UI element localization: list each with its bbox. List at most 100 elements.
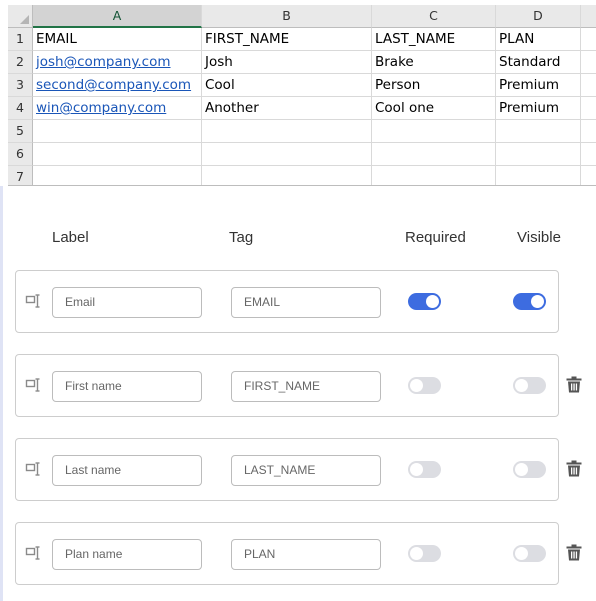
trash-icon[interactable] xyxy=(566,544,582,561)
sheet-row: 3 second@company.com Cool Person Premium xyxy=(8,74,596,97)
sheet-cell[interactable] xyxy=(33,166,202,186)
sheet-cell[interactable]: Standard xyxy=(496,51,581,74)
sheet-cell[interactable] xyxy=(496,166,581,186)
trash-icon[interactable] xyxy=(566,460,582,477)
column-header-d[interactable]: D xyxy=(496,5,581,28)
email-link[interactable]: second@company.com xyxy=(36,77,191,93)
field-row-plan-name: Plan name PLAN xyxy=(15,522,559,585)
column-header-e[interactable] xyxy=(581,5,596,28)
tag-input[interactable]: FIRST_NAME xyxy=(231,371,381,402)
sheet-cell[interactable] xyxy=(33,143,202,166)
required-toggle[interactable] xyxy=(408,293,441,310)
toggle-knob xyxy=(515,463,528,476)
toggle-knob xyxy=(515,547,528,560)
panel-accent-strip xyxy=(0,186,3,601)
label-column-header: Label xyxy=(52,229,89,246)
sheet-cell[interactable] xyxy=(372,166,496,186)
row-number[interactable]: 6 xyxy=(8,143,33,166)
sheet-cell[interactable] xyxy=(33,120,202,143)
label-input[interactable]: Last name xyxy=(52,455,202,486)
sheet-cell[interactable]: josh@company.com xyxy=(33,51,202,74)
sheet-cell[interactable] xyxy=(202,166,372,186)
column-header-row: A B C D xyxy=(8,5,596,28)
required-column-header: Required xyxy=(405,229,466,246)
sheet-cell[interactable]: Cool one xyxy=(372,97,496,120)
column-header-c[interactable]: C xyxy=(372,5,496,28)
row-number[interactable]: 3 xyxy=(8,74,33,97)
toggle-knob xyxy=(426,295,439,308)
row-number[interactable]: 7 xyxy=(8,166,33,186)
drag-handle-icon[interactable] xyxy=(25,294,41,308)
sheet-cell[interactable]: Cool xyxy=(202,74,372,97)
required-toggle[interactable] xyxy=(408,461,441,478)
tag-input[interactable]: EMAIL xyxy=(231,287,381,318)
visible-toggle[interactable] xyxy=(513,293,546,310)
sheet-row: 6 xyxy=(8,143,596,166)
sheet-cell[interactable] xyxy=(202,120,372,143)
sheet-cell[interactable] xyxy=(581,74,596,97)
sheet-cell[interactable]: EMAIL xyxy=(33,28,202,51)
sheet-cell[interactable]: win@company.com xyxy=(33,97,202,120)
field-row-last-name: Last name LAST_NAME xyxy=(15,438,559,501)
sheet-cell[interactable]: Premium xyxy=(496,74,581,97)
sheet-cell[interactable]: Premium xyxy=(496,97,581,120)
label-input[interactable]: First name xyxy=(52,371,202,402)
email-link[interactable]: josh@company.com xyxy=(36,54,171,70)
visible-toggle[interactable] xyxy=(513,377,546,394)
sheet-cell[interactable]: FIRST_NAME xyxy=(202,28,372,51)
sheet-cell[interactable]: Brake xyxy=(372,51,496,74)
required-toggle[interactable] xyxy=(408,377,441,394)
visible-toggle[interactable] xyxy=(513,461,546,478)
sheet-cell[interactable] xyxy=(202,143,372,166)
sheet-cell[interactable] xyxy=(581,28,596,51)
email-link[interactable]: win@company.com xyxy=(36,100,166,116)
sheet-cell[interactable] xyxy=(581,143,596,166)
visible-column-header: Visible xyxy=(517,229,561,246)
drag-handle-icon[interactable] xyxy=(25,378,41,392)
row-number[interactable]: 1 xyxy=(8,28,33,51)
sheet-cell[interactable] xyxy=(581,51,596,74)
sheet-cell[interactable]: Josh xyxy=(202,51,372,74)
trash-icon[interactable] xyxy=(566,376,582,393)
sheet-cell[interactable] xyxy=(581,97,596,120)
drag-handle-icon[interactable] xyxy=(25,462,41,476)
sheet-cell[interactable] xyxy=(496,120,581,143)
label-input[interactable]: Plan name xyxy=(52,539,202,570)
sheet-cell[interactable] xyxy=(372,143,496,166)
tag-input[interactable]: LAST_NAME xyxy=(231,455,381,486)
spreadsheet: A B C D 1 EMAIL FIRST_NAME LAST_NAME PLA… xyxy=(8,5,596,186)
sheet-cell[interactable] xyxy=(581,166,596,186)
row-number[interactable]: 5 xyxy=(8,120,33,143)
sheet-cell[interactable] xyxy=(496,143,581,166)
sheet-cell[interactable] xyxy=(581,120,596,143)
sheet-row: 5 xyxy=(8,120,596,143)
sheet-cell[interactable]: second@company.com xyxy=(33,74,202,97)
row-number[interactable]: 4 xyxy=(8,97,33,120)
row-number[interactable]: 2 xyxy=(8,51,33,74)
required-toggle[interactable] xyxy=(408,545,441,562)
label-input[interactable]: Email xyxy=(52,287,202,318)
toggle-knob xyxy=(531,295,544,308)
sheet-cell[interactable]: PLAN xyxy=(496,28,581,51)
sheet-cell[interactable]: Another xyxy=(202,97,372,120)
tag-input[interactable]: PLAN xyxy=(231,539,381,570)
field-row-email: Email EMAIL xyxy=(15,270,559,333)
sheet-row: 2 josh@company.com Josh Brake Standard xyxy=(8,51,596,74)
column-header-b[interactable]: B xyxy=(202,5,372,28)
toggle-knob xyxy=(410,379,423,392)
toggle-knob xyxy=(410,547,423,560)
tag-column-header: Tag xyxy=(229,229,254,246)
drag-handle-icon[interactable] xyxy=(25,546,41,560)
sheet-bottom-border xyxy=(8,185,596,186)
field-row-first-name: First name FIRST_NAME xyxy=(15,354,559,417)
sheet-cell[interactable] xyxy=(372,120,496,143)
toggle-knob xyxy=(515,379,528,392)
sheet-row: 7 xyxy=(8,166,596,186)
sheet-cell[interactable]: Person xyxy=(372,74,496,97)
select-all-corner[interactable] xyxy=(8,5,33,28)
sheet-row: 1 EMAIL FIRST_NAME LAST_NAME PLAN xyxy=(8,28,596,51)
sheet-row: 4 win@company.com Another Cool one Premi… xyxy=(8,97,596,120)
sheet-cell[interactable]: LAST_NAME xyxy=(372,28,496,51)
visible-toggle[interactable] xyxy=(513,545,546,562)
column-header-a[interactable]: A xyxy=(33,5,202,28)
